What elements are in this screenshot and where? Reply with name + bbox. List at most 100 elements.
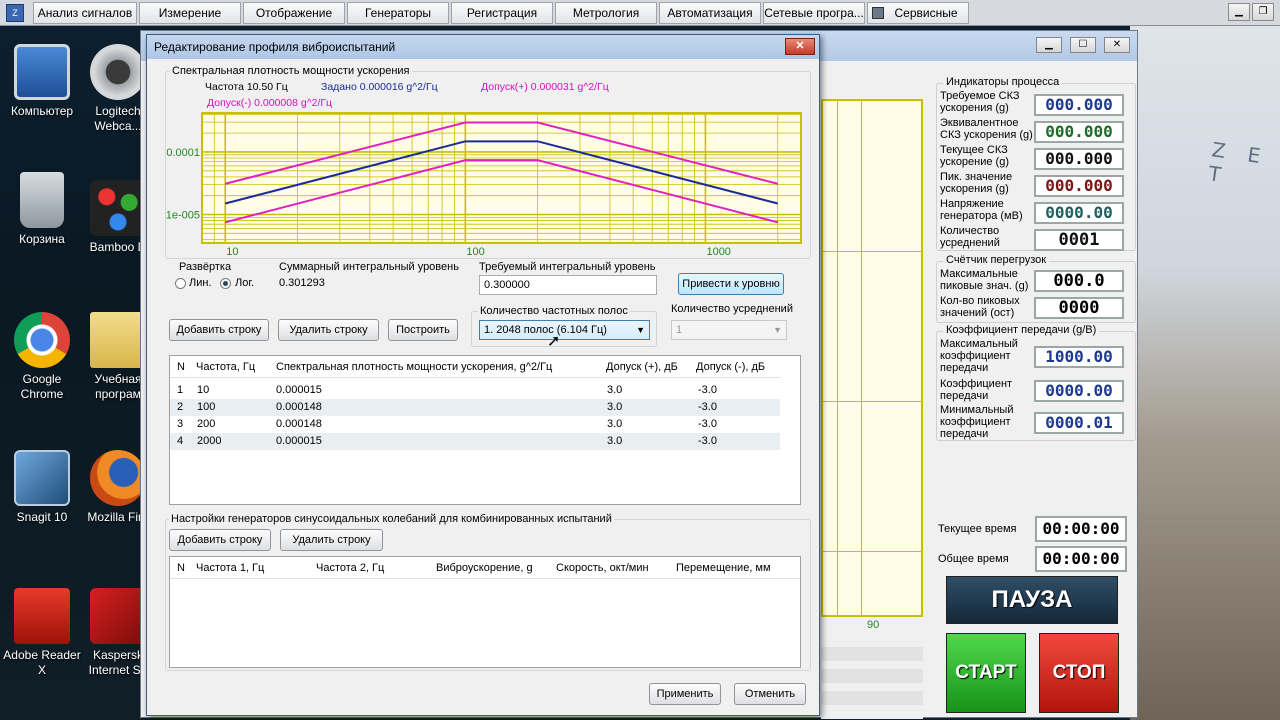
app-window-controls: ▁ ❐ xyxy=(1228,3,1274,21)
app-menu-bar: Z Анализ сигналов Измерение Отображение … xyxy=(0,0,1280,26)
sweep-title: Развёртка xyxy=(177,261,234,273)
table-row[interactable]: 2 100 0.000148 3.0 -3.0 xyxy=(170,399,780,416)
bamboo-icon xyxy=(90,180,146,236)
bands-title: Количество частотных полос xyxy=(478,305,630,317)
gain-min-value: 0000.01 xyxy=(1034,412,1124,434)
build-button[interactable]: Построить xyxy=(388,319,458,341)
bands-select[interactable]: 1. 2048 полос (6.104 Гц) ▼ xyxy=(479,320,650,340)
cell: 0.000015 xyxy=(276,435,322,447)
desktop-icon-chrome[interactable]: Google Chrome xyxy=(0,312,84,402)
cell: 0.000015 xyxy=(276,384,322,396)
desktop-icon-label: Google Chrome xyxy=(20,372,64,401)
restore-icon[interactable]: ❐ xyxy=(1252,3,1274,21)
stop-button[interactable]: СТОП xyxy=(1039,633,1119,713)
gain-max-value: 1000.00 xyxy=(1034,346,1124,368)
cell: 3.0 xyxy=(607,401,623,413)
menu-automation[interactable]: Автоматизация xyxy=(659,2,761,24)
col-header[interactable]: Скорость, окт/мин xyxy=(556,557,649,579)
cell: 2 xyxy=(177,401,184,413)
cell: 100 xyxy=(197,401,216,413)
pause-button[interactable]: ПАУЗА xyxy=(946,576,1118,624)
required-level-title: Требуемый интегральный уровень xyxy=(479,261,656,273)
delete-row-button[interactable]: Удалить строку xyxy=(278,319,379,341)
grid-line xyxy=(823,401,921,402)
grid-line xyxy=(837,101,838,615)
menu-service[interactable]: Сервисные xyxy=(867,2,969,24)
table-row[interactable]: 4 2000 0.000015 3.0 -3.0 xyxy=(170,433,780,450)
firefox-icon xyxy=(90,450,146,506)
indicator-label: Пик. значение ускорения (g) xyxy=(940,171,1013,195)
col-header[interactable]: Виброускорение, g xyxy=(436,557,533,579)
sine-add-row-button[interactable]: Добавить строку xyxy=(169,529,271,551)
sweep-log-label: Лог. xyxy=(235,277,255,289)
col-header[interactable]: Спектральная плотность мощности ускорени… xyxy=(276,356,552,378)
snagit-icon xyxy=(14,450,70,506)
sweep-lin-radio[interactable] xyxy=(175,278,186,289)
table-row[interactable]: 1 10 0.000015 3.0 -3.0 xyxy=(170,382,780,399)
overload-counter-title: Счётчик перегрузок xyxy=(943,254,1050,266)
cell: 0.000148 xyxy=(276,401,322,413)
desktop-icon-snagit[interactable]: Snagit 10 xyxy=(0,450,84,525)
overload-counter-panel: Счётчик перегрузок Максимальные пиковые … xyxy=(936,254,1136,323)
col-header[interactable]: Частота 1, Гц xyxy=(196,557,264,579)
required-level-input[interactable]: 0.300000 xyxy=(479,275,657,295)
add-row-button[interactable]: Добавить строку xyxy=(169,319,269,341)
grid-line xyxy=(823,251,921,252)
bg-maximize-icon[interactable]: ☐ xyxy=(1070,37,1096,53)
averages-title: Количество усреднений xyxy=(671,303,793,315)
menu-generators[interactable]: Генераторы xyxy=(347,2,449,24)
sine-table: N Частота 1, Гц Частота 2, Гц Виброускор… xyxy=(169,556,801,668)
desktop-icon-recycle-bin[interactable]: Корзина xyxy=(0,172,84,247)
col-header[interactable]: Частота 2, Гц xyxy=(316,557,384,579)
indicator-value-equivalent-rms: 000.000 xyxy=(1034,121,1124,143)
indicator-value-current-rms: 000.000 xyxy=(1034,148,1124,170)
cell: 1 xyxy=(177,384,184,396)
start-button[interactable]: СТАРТ xyxy=(946,633,1026,713)
sweep-group: Развёртка Лин. Лог. xyxy=(169,261,271,301)
col-header[interactable]: Допуск (-), дБ xyxy=(696,356,765,378)
menu-display[interactable]: Отображение xyxy=(243,2,345,24)
plot-area xyxy=(201,112,802,244)
desktop-icon-computer[interactable]: Компьютер xyxy=(0,44,84,119)
indicator-label: Максимальный коэффициент передачи xyxy=(940,338,1018,374)
sine-table-header: N Частота 1, Гц Частота 2, Гц Виброускор… xyxy=(170,557,800,579)
bg-close-icon[interactable]: ✕ xyxy=(1104,37,1130,53)
webcam-icon xyxy=(90,44,146,100)
sine-delete-row-button[interactable]: Удалить строку xyxy=(280,529,383,551)
desktop-icon-adobe-reader[interactable]: Adobe Reader X xyxy=(0,588,84,678)
col-header[interactable]: Частота, Гц xyxy=(196,356,255,378)
gain-value: 0000.00 xyxy=(1034,380,1124,402)
cancel-button[interactable]: Отменить xyxy=(734,683,806,705)
menu-registration[interactable]: Регистрация xyxy=(451,2,553,24)
overload-peak-count-value: 0000 xyxy=(1034,297,1124,319)
menu-metrology[interactable]: Метрология xyxy=(555,2,657,24)
profile-table-header: N Частота, Гц Спектральная плотность мощ… xyxy=(170,356,780,378)
menu-measurement[interactable]: Измерение xyxy=(139,2,241,24)
minimize-icon[interactable]: ▁ xyxy=(1228,3,1250,21)
kaspersky-icon xyxy=(90,588,146,644)
col-header[interactable]: Допуск (+), дБ xyxy=(606,356,678,378)
camera-photo-background: Z E T xyxy=(1130,24,1280,720)
col-header[interactable]: N xyxy=(177,356,185,378)
cell: 200 xyxy=(197,418,216,430)
x-tick-label: 1000 xyxy=(706,246,730,258)
desktop-icon-label: Корзина xyxy=(19,232,65,246)
app-logo-icon[interactable]: Z xyxy=(6,4,24,22)
apply-button[interactable]: Применить xyxy=(649,683,721,705)
indicator-value-peak: 000.000 xyxy=(1034,175,1124,197)
desktop-icon-label: Adobe Reader X xyxy=(3,648,81,677)
col-header[interactable]: Перемещение, мм xyxy=(676,557,771,579)
menu-signal-analysis[interactable]: Анализ сигналов xyxy=(33,2,137,24)
adobe-reader-icon xyxy=(14,588,70,644)
x-tick-label: 10 xyxy=(226,246,238,258)
chrome-icon xyxy=(14,312,70,368)
psd-chart[interactable]: 10 100 1000 1e-005 0.0001 xyxy=(147,35,821,261)
menu-network-programs[interactable]: Сетевые програ... xyxy=(763,2,865,24)
bg-minimize-icon[interactable]: ▁ xyxy=(1036,37,1062,53)
sweep-log-radio[interactable] xyxy=(220,278,231,289)
table-row[interactable]: 3 200 0.000148 3.0 -3.0 xyxy=(170,416,780,433)
cell: 2000 xyxy=(197,435,222,447)
col-header[interactable]: N xyxy=(177,557,185,579)
cell: -3.0 xyxy=(698,384,717,396)
bring-to-level-button[interactable]: Привести к уровню xyxy=(678,273,784,295)
